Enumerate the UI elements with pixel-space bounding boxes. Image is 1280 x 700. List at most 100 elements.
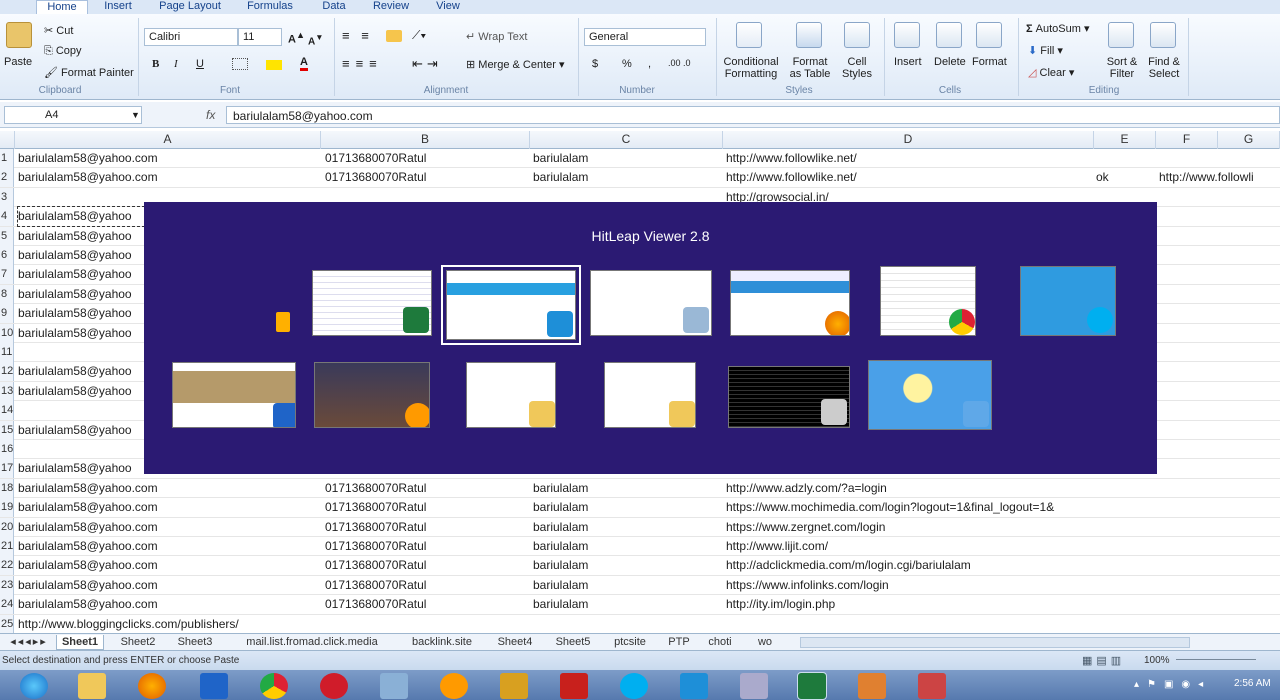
cell-f[interactable] xyxy=(1159,304,1280,323)
row-header[interactable]: 13 xyxy=(0,381,14,401)
cell-c[interactable]: bariulalam xyxy=(533,518,721,537)
cell-e[interactable] xyxy=(1096,556,1154,575)
excel-icon[interactable] xyxy=(797,672,827,700)
cell-c[interactable] xyxy=(533,615,721,633)
sheet-tab-5[interactable]: Sheet5 xyxy=(550,635,596,650)
cell-b[interactable]: 01713680070Ratul xyxy=(325,168,525,187)
view-buttons[interactable]: ▦▤▥ xyxy=(1082,654,1125,667)
font-size-select[interactable]: 11 xyxy=(238,28,282,46)
media-player-icon[interactable] xyxy=(440,673,468,699)
copy-button[interactable]: ⎘ Copy xyxy=(44,45,82,58)
row-header[interactable]: 8 xyxy=(0,284,14,304)
cell-e[interactable]: ok xyxy=(1096,168,1154,187)
tab-home[interactable]: Home xyxy=(36,0,88,14)
cell-f[interactable] xyxy=(1159,362,1280,381)
cell-d[interactable]: https://www.infolinks.com/login xyxy=(726,576,1126,595)
cell-f[interactable] xyxy=(1159,207,1280,226)
cell-f[interactable] xyxy=(1159,343,1280,362)
cut-button[interactable]: ✂ Cut xyxy=(44,24,73,37)
sheet-tab-1[interactable]: Sheet1 xyxy=(56,635,104,650)
decimal-buttons[interactable]: .00 .0 xyxy=(668,58,691,68)
indent-buttons[interactable]: ⇤⇥ xyxy=(412,56,442,72)
cell-b[interactable]: 01713680070Ratul xyxy=(325,537,525,556)
row-header[interactable]: 21 xyxy=(0,537,14,556)
cell-f[interactable] xyxy=(1159,498,1280,517)
row-header[interactable]: 18 xyxy=(0,478,14,498)
cell-f[interactable] xyxy=(1159,149,1280,168)
row-header[interactable]: 16 xyxy=(0,440,14,459)
insert-function-button[interactable]: fx xyxy=(206,108,215,122)
row-header[interactable]: 17 xyxy=(0,459,14,479)
window-thumbnail-desktop[interactable] xyxy=(868,360,992,430)
cell-d[interactable]: http://www.followlike.net/ xyxy=(726,149,1126,168)
bold-button[interactable]: B xyxy=(152,58,159,70)
sheet-tab-wo[interactable]: wo xyxy=(750,635,780,650)
chrome-icon[interactable] xyxy=(260,673,288,699)
cell-e[interactable] xyxy=(1096,576,1154,595)
window-thumbnail-selected[interactable] xyxy=(441,265,581,345)
cell-d[interactable]: https://www.zergnet.com/login xyxy=(726,518,1126,537)
grow-font-button[interactable]: A▲ xyxy=(288,30,305,46)
cell-b[interactable]: 01713680070Ratul xyxy=(325,149,525,168)
percent-button[interactable]: % xyxy=(622,58,632,70)
cell-e[interactable] xyxy=(1096,479,1154,498)
window-thumbnail[interactable] xyxy=(174,270,294,336)
cell-d[interactable]: http://www.adzly.com/?a=login xyxy=(726,479,1126,498)
cell-b[interactable]: 01713680070Ratul xyxy=(325,556,525,575)
cell-c[interactable]: bariulalam xyxy=(533,498,721,517)
shrink-font-button[interactable]: A▼ xyxy=(308,32,323,47)
system-tray-icons[interactable]: ▴⚑▣◉◂ xyxy=(1134,679,1211,690)
cell-a[interactable]: bariulalam58@yahoo.com xyxy=(18,479,318,498)
cell-b[interactable]: 01713680070Ratul xyxy=(325,576,525,595)
row-header[interactable]: 15 xyxy=(0,420,14,440)
sheet-tab-mail-list[interactable]: mail.list.fromad.click.media xyxy=(236,635,388,650)
column-header-a[interactable]: A xyxy=(15,131,321,149)
sheet-scroll-buttons[interactable]: ◂◂◂▸▸ xyxy=(2,635,56,650)
fill-color-button[interactable] xyxy=(266,60,282,70)
clear-button[interactable]: ◿ Clear ▾ xyxy=(1028,66,1074,79)
cell-a[interactable]: bariulalam58@yahoo xyxy=(17,206,145,228)
window-thumbnail-maxthon[interactable] xyxy=(172,362,296,428)
merge-center-button[interactable]: ⊞ Merge & Center ▾ xyxy=(466,58,565,71)
row-header[interactable]: 11 xyxy=(0,343,14,362)
row-header[interactable]: 19 xyxy=(0,498,14,518)
cell-a[interactable]: http://www.bloggingclicks.com/publishers… xyxy=(18,615,618,633)
window-thumbnail-video[interactable] xyxy=(314,362,430,428)
pdf-icon[interactable] xyxy=(560,673,588,699)
italic-button[interactable]: I xyxy=(174,58,178,70)
folder-icon[interactable] xyxy=(78,673,106,699)
cell-b[interactable] xyxy=(325,615,525,633)
row-header[interactable]: 24 xyxy=(0,595,14,615)
cell-c[interactable]: bariulalam xyxy=(533,576,721,595)
formula-input[interactable]: bariulalam58@yahoo.com xyxy=(226,106,1280,124)
hitleap-icon[interactable] xyxy=(680,673,708,699)
column-header-f[interactable]: F xyxy=(1156,131,1218,149)
cell-a[interactable]: bariulalam58@yahoo.com xyxy=(18,595,318,614)
window-thumbnail-explorer[interactable] xyxy=(604,362,696,428)
cell-styles-icon[interactable] xyxy=(844,22,870,48)
window-thumbnail-chrome[interactable] xyxy=(880,266,976,336)
tab-insert[interactable]: Insert xyxy=(96,0,140,14)
row-header[interactable]: 14 xyxy=(0,401,14,421)
cell-f[interactable] xyxy=(1159,246,1280,265)
window-thumbnail-explorer[interactable] xyxy=(466,362,556,428)
insert-cells-icon[interactable] xyxy=(894,22,920,48)
cell-a[interactable]: bariulalam58@yahoo.com xyxy=(18,149,318,168)
cell-f[interactable] xyxy=(1159,324,1280,343)
cell-c[interactable]: bariulalam xyxy=(533,149,721,168)
borders-button[interactable] xyxy=(232,58,248,70)
archive-icon[interactable] xyxy=(500,673,528,699)
delete-cells-icon[interactable] xyxy=(936,22,962,48)
orientation-button[interactable]: ⟋▾ xyxy=(412,28,426,43)
row-header[interactable]: 1 xyxy=(0,149,14,168)
tab-data[interactable]: Data xyxy=(314,0,354,14)
paste-button[interactable]: Paste xyxy=(4,56,32,68)
conditional-formatting-icon[interactable] xyxy=(736,22,762,48)
skype-icon[interactable] xyxy=(620,673,648,699)
horizontal-scrollbar[interactable] xyxy=(800,637,1190,648)
name-box[interactable]: A4 xyxy=(4,106,142,124)
tab-page-layout[interactable]: Page Layout xyxy=(152,0,228,14)
sheet-tab-2[interactable]: Sheet2 xyxy=(112,635,164,650)
tab-formulas[interactable]: Formulas xyxy=(240,0,300,14)
cell-b[interactable]: 01713680070Ratul xyxy=(325,479,525,498)
